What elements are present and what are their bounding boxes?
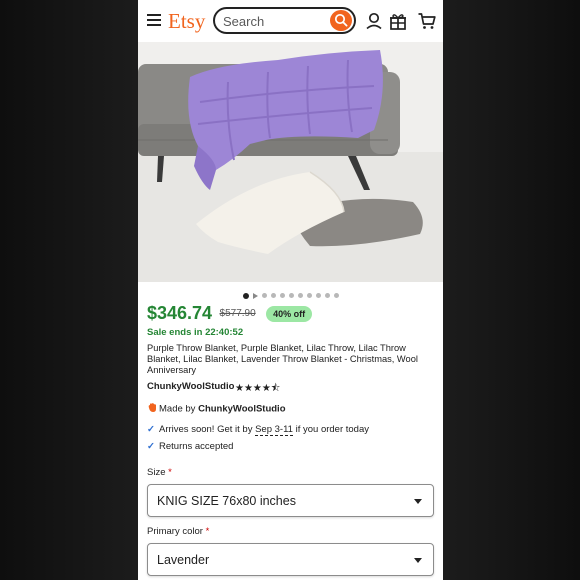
play-icon[interactable] [252,292,258,299]
returns-row: ✓ Returns accepted [147,441,233,452]
color-label: Primary color * [147,526,209,537]
size-label-text: Size [147,467,166,478]
cart-icon[interactable] [417,11,437,31]
blanket-photo [138,42,443,282]
search-bar [213,7,356,34]
gift-icon[interactable] [388,11,408,31]
hand-icon [147,402,159,416]
size-select-value: KNIG SIZE 76x80 inches [157,494,296,508]
mobile-page: Etsy Search $346.74 $577.90 40% off Sale… [138,0,443,580]
chevron-down-icon [414,558,422,563]
required-mark: * [205,526,210,537]
returns-text: Returns accepted [159,441,234,452]
color-select-value: Lavender [157,553,210,567]
carousel-dot[interactable] [315,293,321,299]
size-label: Size * [147,467,172,478]
shop-name-link[interactable]: ChunkyWoolStudio [147,381,234,392]
carousel-dot[interactable] [270,293,276,299]
search-input[interactable] [223,13,323,29]
discount-badge: 40% off [266,305,313,322]
chevron-down-icon [414,499,422,504]
search-icon [334,13,348,27]
account-icon[interactable] [364,11,384,31]
carousel-dot[interactable] [297,293,303,299]
required-mark: * [168,467,172,478]
size-select[interactable]: KNIG SIZE 76x80 inches [147,484,434,517]
image-carousel-indicator[interactable] [138,287,443,299]
made-by-prefix: Made by [159,403,199,415]
carousel-dot[interactable] [261,293,267,299]
product-title: Purple Throw Blanket, Purple Blanket, Li… [147,343,418,375]
carousel-dot[interactable] [306,293,312,299]
carousel-dot[interactable] [333,293,339,299]
rating-stars[interactable]: ★★★★⯪ [235,381,280,398]
delivery-suffix: if you order today [292,424,369,435]
delivery-prefix: Arrives soon! Get it by [159,424,256,435]
product-image[interactable] [138,42,443,282]
checkmark-icon: ✓ [147,441,155,452]
carousel-dot[interactable] [279,293,285,299]
made-by-shop[interactable]: ChunkyWoolStudio [198,404,285,415]
original-price: $577.90 [219,308,256,319]
carousel-dot[interactable] [324,293,330,299]
carousel-dot-active[interactable] [242,292,249,299]
made-by-row: Made by ChunkyWoolStudio [147,402,286,416]
search-button[interactable] [330,10,352,31]
delivery-date[interactable]: Sep 3-11 [255,424,293,436]
background-left [0,0,138,580]
sale-countdown: Sale ends in 22:40:52 [147,327,244,338]
header: Etsy [138,0,443,43]
etsy-logo[interactable]: Etsy [168,9,205,34]
sale-price: $346.74 [147,303,213,323]
color-select[interactable]: Lavender [147,543,434,576]
price-row: $346.74 $577.90 40% off [147,303,313,327]
color-label-text: Primary color [147,526,203,537]
checkmark-icon: ✓ [147,424,155,435]
carousel-dot[interactable] [288,293,294,299]
background-right [443,0,580,580]
delivery-row: ✓ Arrives soon! Get it by Sep 3-11 if you… [147,424,369,436]
menu-icon[interactable] [147,14,161,26]
